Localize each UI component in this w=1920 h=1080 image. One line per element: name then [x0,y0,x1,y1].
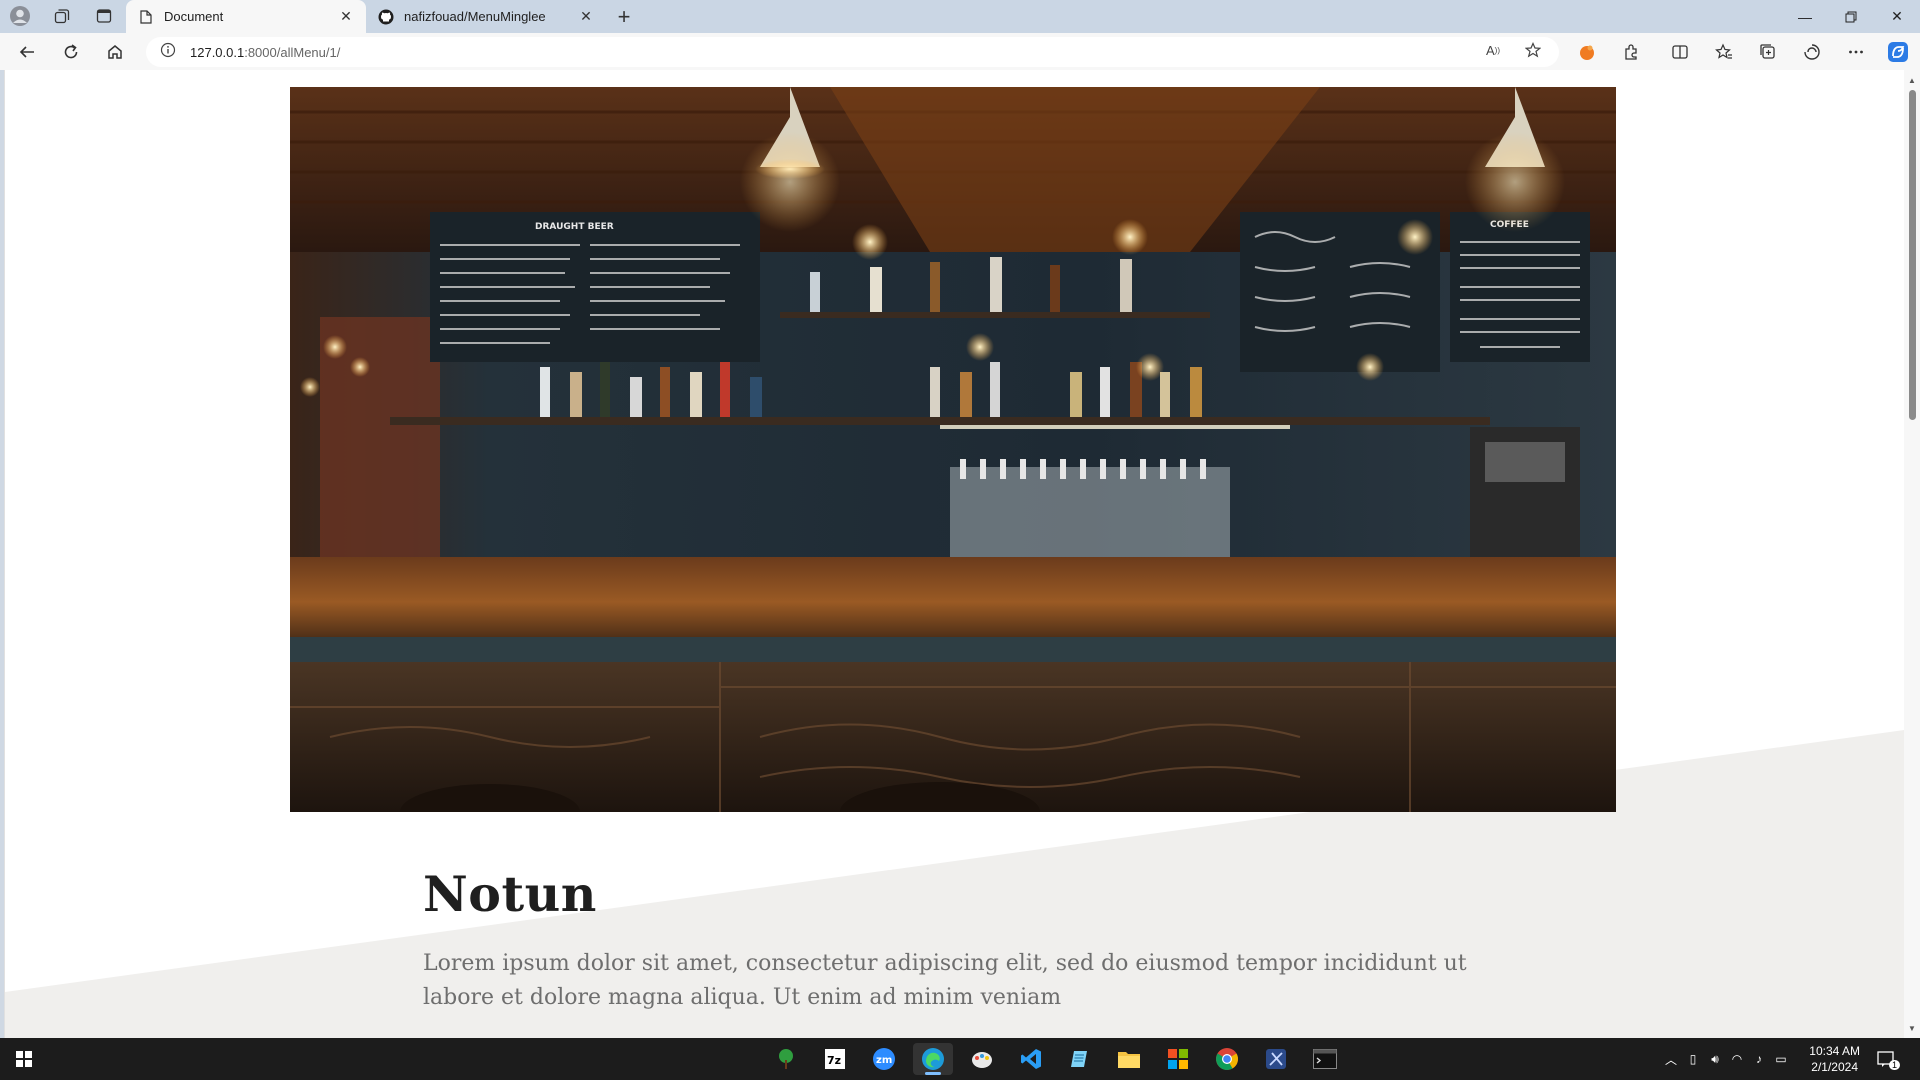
network-icon[interactable]: ◠ [1726,1052,1748,1066]
scroll-thumb[interactable] [1909,90,1916,420]
split-screen-icon[interactable] [1666,38,1694,66]
clock-date: 2/1/2024 [1811,1060,1858,1074]
browser-essentials-icon[interactable] [1798,38,1826,66]
clock[interactable]: 10:34 AM 2/1/2024 [1809,1043,1860,1075]
page-scrollbar[interactable]: ▲ ▼ [1904,70,1920,1038]
snipping-tool-icon[interactable] [1256,1043,1296,1075]
system-tray: ︿ ▯ 🔊︎ ◠ ♪ ▭ [1660,1038,1792,1080]
windows-taskbar: 7z zm ︿ ▯ 🔊︎ ◠ ♪ ▭ 10:34 AM 2/1/2024 1 [0,1038,1920,1080]
more-menu-icon[interactable] [1842,38,1870,66]
url-text[interactable]: 127.0.0.1:8000/allMenu/1/ [190,45,340,60]
clock-time: 10:34 AM [1809,1044,1860,1058]
restore-icon[interactable] [1828,0,1874,33]
copilot-icon[interactable] [1884,38,1912,66]
address-bar[interactable]: 127.0.0.1:8000/allMenu/1/ [146,37,1559,67]
notification-badge: 1 [1889,1060,1901,1070]
svg-text:zm: zm [876,1055,892,1066]
tab-actions-icon[interactable] [92,4,116,28]
home-icon[interactable] [101,38,129,66]
battery-icon[interactable]: ▭ [1770,1052,1792,1066]
read-aloud-icon[interactable]: A)) [1481,38,1505,62]
extension-orange-icon[interactable] [1573,38,1601,66]
back-icon[interactable] [13,38,41,66]
terminal-icon[interactable] [1305,1043,1345,1075]
favorite-star-icon[interactable] [1521,38,1545,62]
tab-strip: Document ✕ nafizfouad/MenuMinglee ✕ + — … [0,0,1920,33]
scroll-up-icon[interactable]: ▲ [1904,72,1920,88]
tab-title: nafizfouad/MenuMinglee [404,9,546,24]
volume-tray-icon[interactable]: 🔊︎ [1704,1052,1726,1067]
collections-icon[interactable] [1754,38,1782,66]
speaker-icon[interactable]: ♪ [1748,1052,1770,1066]
page-description: Lorem ipsum dolor sit amet, consectetur … [423,951,1467,1010]
office-store-icon[interactable] [1158,1043,1198,1075]
page-icon [138,9,154,25]
file-explorer-icon[interactable] [1109,1043,1149,1075]
scroll-down-icon[interactable]: ▼ [1904,1020,1920,1036]
favorites-icon[interactable] [1710,38,1738,66]
windows-start-icon[interactable] [4,1043,44,1075]
vscode-icon[interactable] [1011,1043,1051,1075]
notepad-icon[interactable] [1060,1043,1100,1075]
github-icon [378,9,394,25]
url-host: 127.0.0.1 [190,44,245,60]
tab-document[interactable]: Document ✕ [126,0,366,33]
close-window-icon[interactable]: ✕ [1874,0,1920,33]
chevron-up-icon[interactable]: ︿ [1660,1051,1682,1068]
close-tab-icon[interactable]: ✕ [338,8,354,25]
hero-image: DRAUGHT BEER COFFEE [290,87,1616,812]
new-tab-button[interactable]: + [611,4,637,30]
tree-app-icon[interactable] [766,1043,806,1075]
paint-app-icon[interactable] [962,1043,1002,1075]
zoom-icon[interactable]: zm [864,1043,904,1075]
svg-text:7z: 7z [827,1054,841,1067]
tab-title: Document [164,9,224,24]
browser-toolbar: 127.0.0.1:8000/allMenu/1/ A)) [0,33,1920,70]
usb-drive-icon[interactable]: ▯ [1682,1052,1704,1066]
extensions-icon[interactable] [1617,38,1645,66]
info-icon[interactable] [160,42,176,63]
minimize-icon[interactable]: — [1782,0,1828,33]
page-viewport: DRAUGHT BEER COFFEE [4,70,1918,1038]
tab-github[interactable]: nafizfouad/MenuMinglee ✕ [366,0,606,33]
url-path: :8000/allMenu/1/ [244,44,341,60]
notifications-icon[interactable]: 1 [1876,1038,1901,1080]
chrome-icon[interactable] [1207,1043,1247,1075]
profile-icon[interactable] [8,4,32,28]
chalkboard-heading-text: DRAUGHT BEER [535,222,614,232]
workspaces-icon[interactable] [50,4,74,28]
menu-content: Notun Lorem ipsum dolor sit amet, consec… [423,865,1483,1015]
7zip-icon[interactable]: 7z [815,1043,855,1075]
refresh-icon[interactable] [57,38,85,66]
page-title: Notun [423,865,597,923]
edge-browser-icon[interactable] [913,1043,953,1075]
close-tab-icon[interactable]: ✕ [578,8,594,25]
